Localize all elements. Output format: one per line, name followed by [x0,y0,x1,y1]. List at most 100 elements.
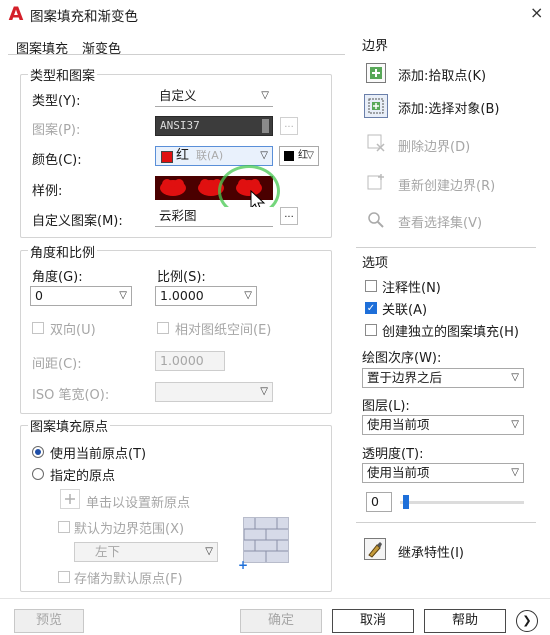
color-value: 红 [176,148,190,163]
footer-divider [0,598,550,599]
inherit-properties-button[interactable] [364,538,386,560]
associative-checkbox[interactable]: ✓ [365,302,377,314]
close-icon[interactable]: × [530,3,543,22]
extent-position-dropdown[interactable]: 左下 ▽ [74,542,218,562]
store-default-label: 存储为默认原点(F) [74,572,183,587]
options-divider [356,247,536,248]
spacing-input[interactable]: 1.0000 [155,351,225,371]
type-pattern-title: 类型和图案 [28,65,98,84]
custom-pattern-label: 自定义图案(M): [32,214,123,229]
transparency-slider-track[interactable] [400,501,524,504]
associative-ghost-text: 联(A) [196,149,224,162]
transparency-slider-thumb[interactable] [403,495,409,509]
layer-label: 图层(L): [362,399,410,414]
custom-browse-button[interactable]: ... [280,207,298,225]
origin-marker-icon: + [238,558,249,572]
separate-hatches-label: 创建独立的图案填充(H) [382,325,519,340]
remove-boundary-button[interactable] [366,133,386,153]
custom-pattern-dropdown[interactable]: 云彩图 [155,207,273,227]
separate-hatches-checkbox[interactable] [365,324,377,336]
tab-divider [8,54,345,55]
use-current-origin-radio[interactable] [32,446,44,458]
transparency-dropdown[interactable]: 使用当前项 ▽ [362,463,524,483]
set-origin-button[interactable] [60,489,80,509]
autocad-logo-icon: A [8,3,24,25]
chevron-down-icon: ▽ [205,546,213,557]
angle-label: 角度(G): [32,270,83,285]
store-default-checkbox[interactable] [58,571,70,583]
specified-origin-radio[interactable] [32,468,44,480]
chevron-down-icon: ▽ [306,150,314,161]
angle-dropdown[interactable]: 0 ▽ [30,286,132,306]
transparency-value: 使用当前项 [367,465,430,480]
black-swatch-icon [284,151,294,161]
layer-dropdown[interactable]: 使用当前项 ▽ [362,415,524,435]
transparency-number-input[interactable]: 0 [366,492,392,512]
type-label: 类型(Y): [32,94,81,109]
annotative-checkbox[interactable] [365,280,377,292]
add-pick-points-label[interactable]: 添加:拾取点(K) [398,65,486,84]
brush-icon [368,542,382,558]
boundary-title: 边界 [360,35,391,54]
relative-paper-label: 相对图纸空间(E) [175,323,272,338]
inherit-divider [356,522,536,523]
iso-pen-dropdown[interactable]: ▽ [155,382,273,402]
help-button[interactable]: 帮助 [424,609,506,633]
scale-value: 1.0000 [160,288,204,303]
scale-dropdown[interactable]: 1.0000 ▽ [155,286,257,306]
pattern-dropdown[interactable]: ANSI37 [155,116,273,136]
type-dropdown[interactable]: 自定义 ▽ [155,87,273,107]
pattern-browse-button[interactable]: ... [280,117,298,135]
view-selections-label[interactable]: 查看选择集(V) [398,212,482,231]
color-dropdown[interactable]: 红 联(A) ▽ [155,146,273,166]
custom-pattern-value: 云彩图 [159,208,197,223]
chevron-down-icon: ▽ [119,290,127,301]
add-select-objects-button[interactable] [364,94,388,118]
origin-preview [243,517,289,563]
window-title: 图案填充和渐变色 [30,9,138,25]
chevron-down-icon: ▽ [511,372,519,383]
ok-button[interactable]: 确定 [240,609,322,633]
pattern-label: 图案(P): [32,123,81,138]
spacing-label: 间距(C): [32,357,82,372]
add-select-objects-label[interactable]: 添加:选择对象(B) [398,98,499,117]
add-pick-points-button[interactable] [366,63,386,83]
pick-point-icon [370,67,382,79]
origin-title: 图案填充原点 [28,416,111,435]
transparency-label: 透明度(T): [362,447,424,462]
expand-icon[interactable]: ❯ [516,610,538,632]
cancel-button[interactable]: 取消 [332,609,414,633]
inherit-properties-label[interactable]: 继承特性(I) [398,542,464,561]
specified-origin-label: 指定的原点 [50,469,116,484]
remove-boundary-label[interactable]: 删除边界(D) [398,136,470,155]
chevron-down-icon: ▽ [260,386,268,397]
recreate-boundary-button[interactable] [366,172,386,192]
view-selections-button[interactable] [366,210,386,230]
draw-order-value: 置于边界之后 [367,370,443,385]
red-swatch-icon [161,151,173,163]
title-bar: A 图案填充和渐变色 × [0,0,550,30]
chevron-down-icon: ▽ [260,150,268,161]
chevron-down-icon: ▽ [511,467,519,478]
relative-paper-checkbox[interactable] [157,322,169,334]
type-value: 自定义 [159,88,197,103]
recreate-boundary-label[interactable]: 重新创建边界(R) [398,175,495,194]
pattern-value: ANSI37 [160,119,200,132]
draw-order-dropdown[interactable]: 置于边界之后 ▽ [362,368,524,388]
dropdown-handle-icon [262,119,269,133]
background-color-dropdown[interactable]: 红 ▽ [279,146,319,166]
layer-value: 使用当前项 [367,417,430,432]
preview-button[interactable]: 预览 [14,609,84,633]
transparency-number: 0 [371,494,379,509]
default-extent-checkbox[interactable] [58,521,70,533]
chevron-down-icon: ▽ [244,290,252,301]
select-objects-icon [368,98,384,114]
magnifier-icon [368,212,384,228]
associative-label: 关联(A) [382,303,428,318]
iso-pen-label: ISO 笔宽(O): [32,388,110,403]
remove-boundary-icon [367,134,385,152]
crosshair-icon [65,494,75,504]
double-checkbox[interactable] [32,322,44,334]
scale-label: 比例(S): [157,270,206,285]
spacing-value: 1.0000 [160,353,204,368]
